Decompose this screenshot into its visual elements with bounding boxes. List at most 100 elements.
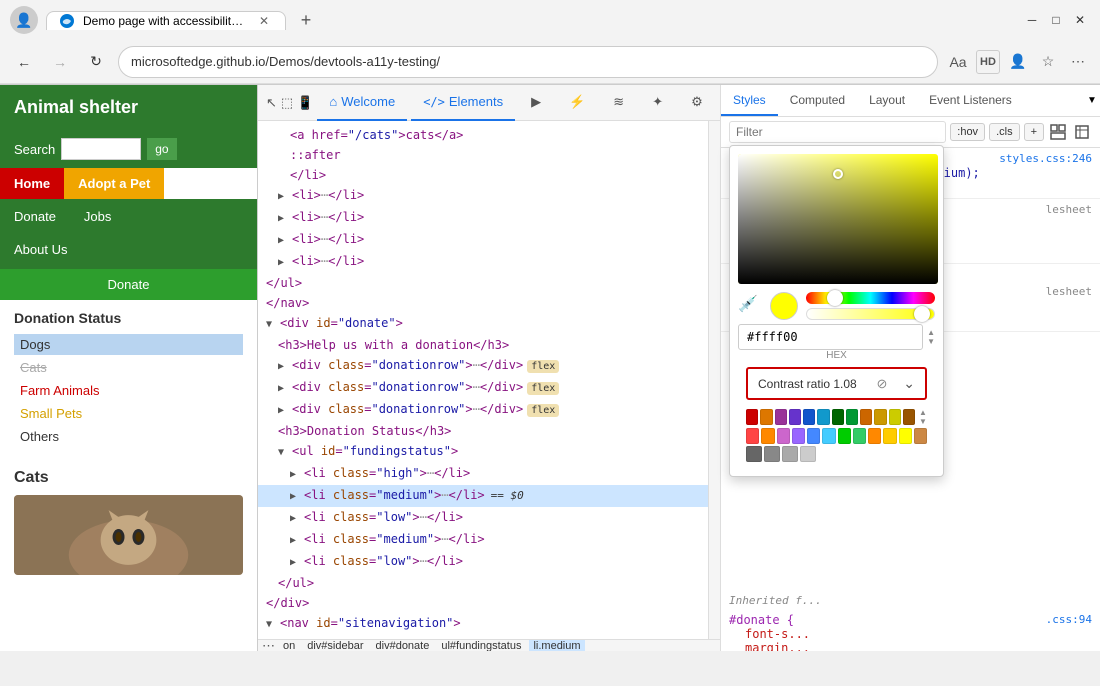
add-style-btn[interactable]: + [1024, 123, 1044, 141]
swatch[interactable] [832, 409, 844, 425]
tree-line[interactable]: </nav> [258, 293, 708, 313]
swatch[interactable] [800, 446, 816, 462]
swatch[interactable] [883, 428, 896, 444]
tab-layout[interactable]: Layout [857, 85, 917, 116]
tree-line[interactable]: ▶<li class="low">⋯</li> [258, 507, 708, 529]
swatch[interactable] [775, 409, 787, 425]
inspect-tool-btn[interactable]: ⬚ [281, 91, 293, 115]
swatch[interactable] [853, 428, 866, 444]
swatch[interactable] [838, 428, 851, 444]
breadcrumb-scroll-btn[interactable]: ⋯ [262, 639, 275, 651]
browser-tab-active[interactable]: Demo page with accessibility issu ✕ [46, 11, 286, 30]
tree-line[interactable]: </ul> [258, 573, 708, 593]
swatch[interactable] [889, 409, 901, 425]
hd-btn[interactable]: HD [976, 50, 1000, 74]
favorites-btn[interactable]: ☆ [1036, 50, 1060, 74]
breadcrumb-div-sidebar[interactable]: div#sidebar [303, 640, 367, 652]
close-btn[interactable]: ✕ [1070, 10, 1090, 30]
tree-line[interactable]: <h3>Help us with a donation</h3> [258, 335, 708, 355]
swatch[interactable] [914, 428, 927, 444]
tab-settings[interactable]: ⚙ [679, 85, 715, 121]
swatch[interactable] [777, 428, 790, 444]
tree-line[interactable]: ▶<li>⋯</li> [258, 207, 708, 229]
tree-line[interactable]: ::after [258, 145, 708, 165]
hue-slider[interactable] [806, 292, 935, 304]
tree-line[interactable]: ▶<div class="donationrow">⋯</div>flex [258, 399, 708, 421]
more-btn[interactable]: ⋯ [1066, 50, 1090, 74]
swatch[interactable] [792, 428, 805, 444]
swatch[interactable] [746, 446, 762, 462]
reader-mode-btn[interactable]: Aa [946, 50, 970, 74]
forward-btn[interactable]: → [46, 48, 74, 76]
tab-network[interactable]: ≋ [601, 85, 636, 121]
minimize-btn[interactable]: ─ [1022, 10, 1042, 30]
breadcrumb-on[interactable]: on [279, 640, 299, 652]
swatch[interactable] [822, 428, 835, 444]
rule-source[interactable]: .css:94 [1046, 613, 1092, 626]
swatch[interactable] [782, 446, 798, 462]
tree-line[interactable]: </div> [258, 593, 708, 613]
rule-selector[interactable]: #donate { [729, 613, 794, 627]
tab-welcome[interactable]: ⌂ Welcome [317, 85, 407, 121]
address-bar[interactable]: microsoftedge.github.io/Demos/devtools-a… [118, 46, 938, 78]
tree-line-selected[interactable]: ▶<li class="medium">⋯</li>== $0 [258, 485, 708, 507]
styles-filter-input[interactable] [729, 121, 946, 143]
swatch[interactable] [846, 409, 858, 425]
go-button[interactable]: go [147, 138, 176, 160]
tree-line[interactable]: ▶<li class="low">⋯</li> [258, 551, 708, 573]
styles-more-btn[interactable]: ▼ [1084, 93, 1100, 109]
swatch[interactable] [746, 409, 758, 425]
tree-line[interactable]: ▼<nav id="sitenavigation"> [258, 613, 708, 635]
nav-adopt-link[interactable]: Adopt a Pet [64, 168, 164, 199]
tab-close-btn[interactable]: ✕ [255, 12, 273, 30]
nav-jobs-link[interactable]: Jobs [70, 203, 125, 230]
tree-line[interactable]: <a href="/cats">cats</a> [258, 125, 708, 145]
tab-computed[interactable]: Computed [778, 85, 857, 116]
rule-source[interactable]: lesheet [1046, 203, 1092, 216]
tab-performance[interactable]: ✦ [640, 85, 675, 121]
swatch[interactable] [761, 428, 774, 444]
tree-line[interactable]: ▼<ul id="fundingstatus"> [258, 441, 708, 463]
swatch[interactable] [764, 446, 780, 462]
color-spectrum[interactable] [738, 154, 938, 284]
refresh-btn[interactable]: ↻ [82, 48, 110, 76]
layout-icon-btn[interactable] [1048, 122, 1068, 142]
contrast-chevron[interactable]: ⌄ [903, 375, 915, 392]
swatch[interactable] [760, 409, 772, 425]
cursor-tool-btn[interactable]: ↖ [266, 91, 277, 115]
nav-donate-link[interactable]: Donate [0, 203, 70, 230]
contrast-ratio-box[interactable]: Contrast ratio 1.08 ⊘ ⌄ [746, 367, 927, 400]
rule-source[interactable]: styles.css:246 [999, 152, 1092, 165]
donate-button[interactable]: Donate [0, 269, 257, 300]
rule-source[interactable]: lesheet [1046, 285, 1092, 298]
search-input[interactable] [61, 138, 141, 160]
back-btn[interactable]: ← [10, 48, 38, 76]
tree-line[interactable]: ▶<li class="high">⋯</li> [258, 463, 708, 485]
tree-line[interactable]: </li> [258, 165, 708, 185]
pseudo-cls-btn[interactable]: .cls [989, 123, 1020, 141]
swatch-arrows[interactable]: ▲▼ [919, 408, 927, 426]
tab-event-listeners[interactable]: Event Listeners [917, 85, 1024, 116]
computed-icon-btn[interactable] [1072, 122, 1092, 142]
tab-styles[interactable]: Styles [721, 85, 778, 116]
tree-line[interactable]: ▶<li>⋯</li> [258, 185, 708, 207]
swatch[interactable] [868, 428, 881, 444]
tree-line[interactable]: ▶<div class="donationrow">⋯</div>flex [258, 355, 708, 377]
swatch[interactable] [803, 409, 815, 425]
maximize-btn[interactable]: □ [1046, 10, 1066, 30]
elements-scrollbar[interactable] [708, 121, 720, 639]
swatch[interactable] [903, 409, 915, 425]
tree-line[interactable]: ▶<li>⋯</li> [258, 251, 708, 273]
tree-line[interactable]: ▶<div class="donationrow">⋯</div>flex [258, 377, 708, 399]
device-tool-btn[interactable]: 📱 [297, 91, 313, 115]
swatch[interactable] [789, 409, 801, 425]
eyedropper-btn[interactable]: 💉 [738, 294, 762, 318]
elements-tree[interactable]: <a href="/cats">cats</a> ::after </li> ▶… [258, 121, 708, 639]
swatch[interactable] [746, 428, 759, 444]
swatch[interactable] [817, 409, 829, 425]
new-tab-btn[interactable]: + [290, 4, 322, 36]
pseudo-hov-btn[interactable]: :hov [950, 123, 985, 141]
tree-line[interactable]: ▶<li class="medium">⋯</li> [258, 529, 708, 551]
swatch[interactable] [807, 428, 820, 444]
tree-line[interactable]: <h3>Donation Status</h3> [258, 421, 708, 441]
